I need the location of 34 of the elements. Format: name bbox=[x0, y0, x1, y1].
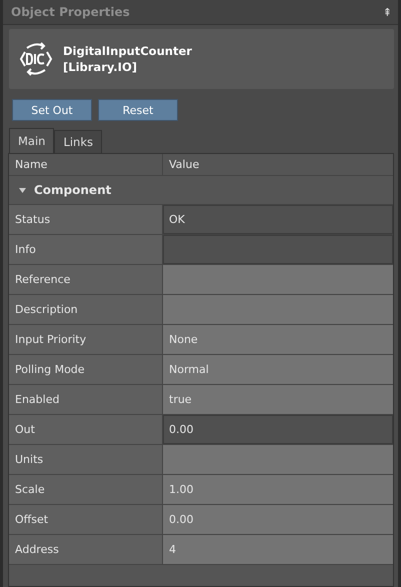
property-value[interactable]: 0.00 bbox=[163, 505, 393, 534]
action-button[interactable]: Reset bbox=[98, 99, 178, 121]
property-value[interactable] bbox=[163, 445, 393, 474]
property-value: OK bbox=[163, 205, 393, 234]
action-button[interactable]: Set Out bbox=[12, 99, 92, 121]
property-value[interactable]: 4 bbox=[163, 535, 393, 564]
property-name: Enabled bbox=[9, 385, 163, 414]
group-label: Component bbox=[34, 183, 112, 197]
property-value[interactable]: Normal bbox=[163, 355, 393, 384]
property-value: 0.00 bbox=[163, 415, 393, 444]
panel-title: Object Properties bbox=[11, 5, 130, 19]
property-name: Scale bbox=[9, 475, 163, 504]
property-name: Status bbox=[9, 205, 163, 234]
property-name: Polling Mode bbox=[9, 355, 163, 384]
property-name: Out bbox=[9, 415, 163, 444]
property-value[interactable] bbox=[163, 265, 393, 294]
property-name: Info bbox=[9, 235, 163, 264]
property-name: Address bbox=[9, 535, 163, 564]
counter-icon bbox=[19, 40, 53, 78]
property-name: Offset bbox=[9, 505, 163, 534]
tab[interactable]: Main bbox=[9, 128, 54, 153]
property-name: Description bbox=[9, 295, 163, 324]
component-name: DigitalInputCounter bbox=[63, 43, 192, 59]
property-value[interactable]: 1.00 bbox=[163, 475, 393, 504]
property-value[interactable]: true bbox=[163, 385, 393, 414]
property-value[interactable] bbox=[163, 295, 393, 324]
property-name: Reference bbox=[9, 265, 163, 294]
caret-icon bbox=[19, 188, 26, 192]
property-name: Input Priority bbox=[9, 325, 163, 354]
tab[interactable]: Links bbox=[54, 130, 102, 153]
property-name: Units bbox=[9, 445, 163, 474]
library-name: [Library.IO] bbox=[63, 59, 138, 75]
pin-button[interactable]: ⇞ bbox=[382, 6, 392, 18]
property-value[interactable]: None bbox=[163, 325, 393, 354]
